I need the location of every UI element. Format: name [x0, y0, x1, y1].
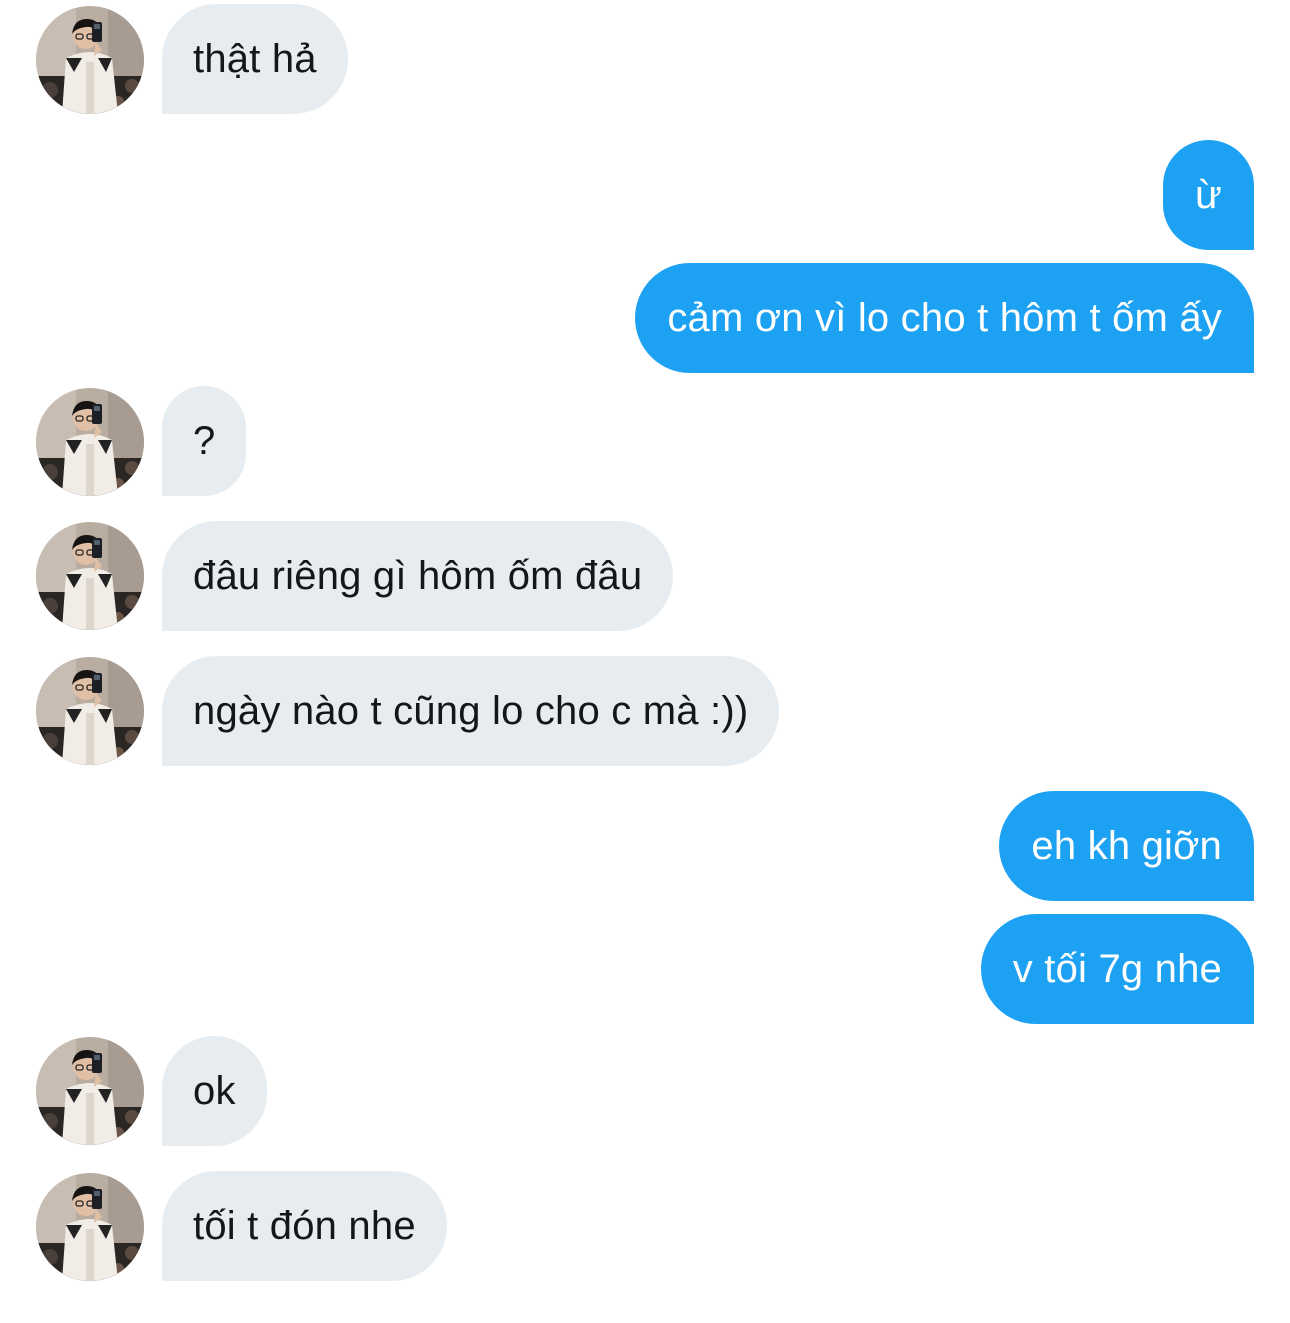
incoming-message-bubble[interactable]: thật hả	[162, 4, 348, 114]
sender-avatar[interactable]	[36, 657, 144, 765]
outgoing-message-bubble[interactable]: cảm ơn vì lo cho t hôm t ốm ấy	[635, 263, 1254, 373]
avatar-photo-icon	[36, 657, 144, 765]
incoming-message-bubble[interactable]: ngày nào t cũng lo cho c mà :))	[162, 656, 780, 766]
avatar-photo-icon	[36, 1173, 144, 1281]
sender-avatar[interactable]	[36, 1037, 144, 1145]
sender-avatar[interactable]	[36, 522, 144, 630]
incoming-message-bubble[interactable]: ok	[162, 1036, 267, 1146]
incoming-message-bubble[interactable]: tối t đón nhe	[162, 1171, 447, 1281]
avatar-photo-icon	[36, 1037, 144, 1145]
outgoing-message-bubble[interactable]: eh kh giỡn	[999, 791, 1254, 901]
avatar-photo-icon	[36, 6, 144, 114]
avatar-photo-icon	[36, 388, 144, 496]
sender-avatar[interactable]	[36, 388, 144, 496]
avatar-photo-icon	[36, 522, 144, 630]
sender-avatar[interactable]	[36, 1173, 144, 1281]
incoming-message-bubble[interactable]: ?	[162, 386, 247, 496]
outgoing-message-bubble[interactable]: ừ	[1163, 140, 1254, 250]
message-thread: thật hả ừ cảm ơn vì lo cho t hôm t ốm ấy…	[0, 0, 1290, 1323]
outgoing-message-bubble[interactable]: v tối 7g nhe	[980, 914, 1254, 1024]
sender-avatar[interactable]	[36, 6, 144, 114]
incoming-message-bubble[interactable]: đâu riêng gì hôm ốm đâu	[162, 521, 674, 631]
